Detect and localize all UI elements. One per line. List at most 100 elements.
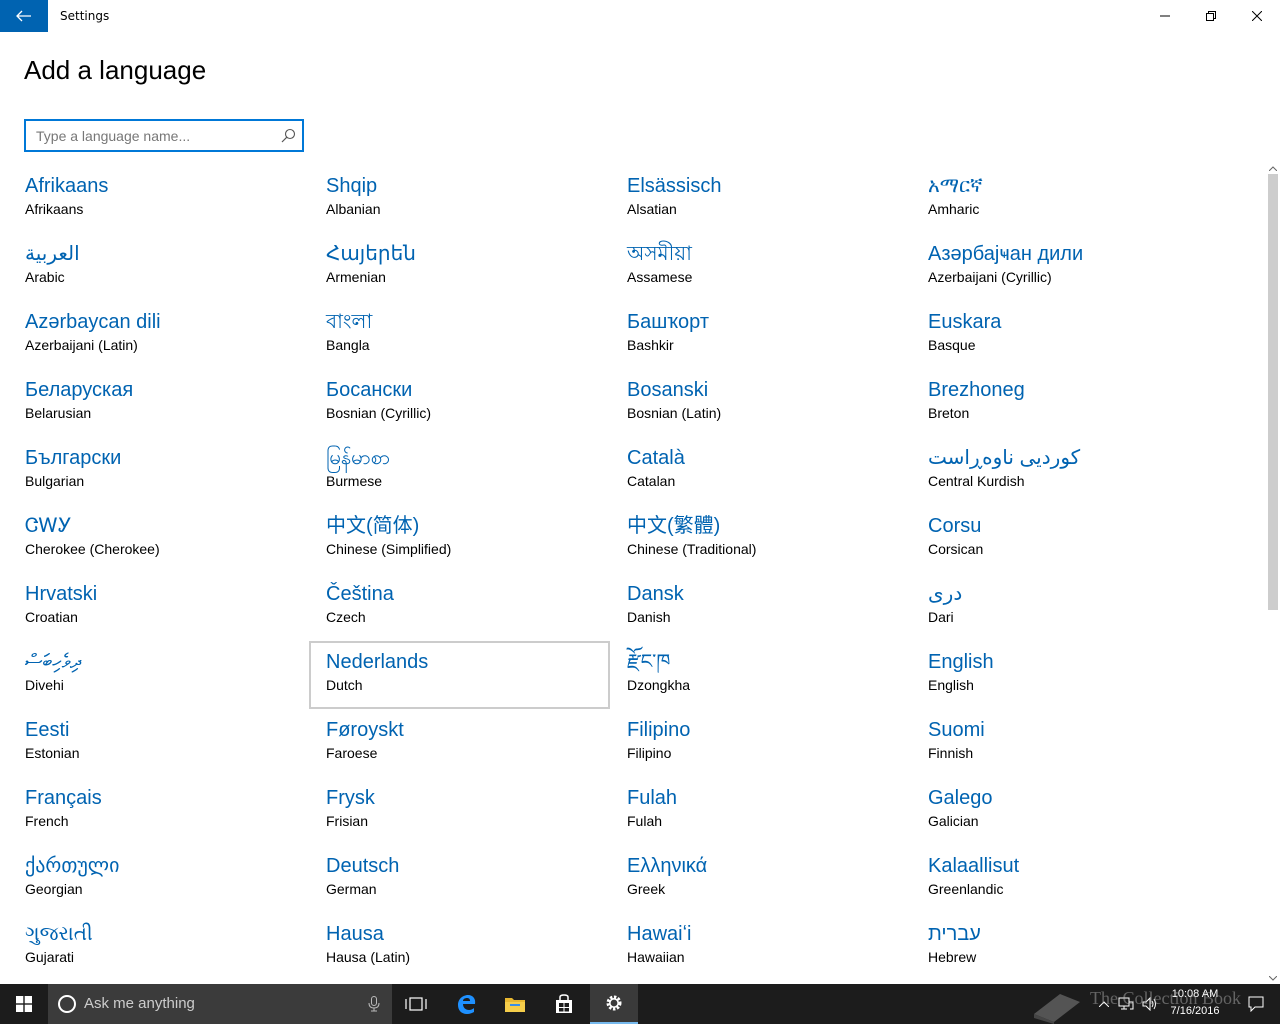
restore-button[interactable] <box>1188 0 1234 32</box>
language-item[interactable]: Français French <box>8 777 309 845</box>
language-native-name: বাংলা <box>326 311 373 333</box>
scroll-up-arrow-icon[interactable] <box>1266 162 1280 174</box>
edge-icon <box>458 995 476 1014</box>
language-item[interactable]: 中文(简体) Chinese (Simplified) <box>309 505 610 573</box>
language-item[interactable]: Euskara Basque <box>911 301 1212 369</box>
language-english-name: Bashkir <box>627 337 674 353</box>
show-hidden-icons-chevron-icon[interactable] <box>1096 996 1112 1012</box>
close-button[interactable] <box>1234 0 1280 32</box>
network-icon[interactable] <box>1118 996 1134 1012</box>
volume-icon[interactable] <box>1142 996 1158 1012</box>
language-item[interactable]: Corsu Corsican <box>911 505 1212 573</box>
language-item[interactable]: ދިވެހިބަސް Divehi <box>8 641 309 709</box>
language-native-name: Shqip <box>326 175 378 197</box>
language-item[interactable]: Azərbaycan dili Azerbaijani (Latin) <box>8 301 309 369</box>
language-item[interactable]: Čeština Czech <box>309 573 610 641</box>
language-item[interactable]: Беларуская Belarusian <box>8 369 309 437</box>
language-item[interactable]: Hawaiʻi Hawaiian <box>610 913 911 981</box>
edge-button[interactable] <box>442 984 490 1024</box>
language-item[interactable]: Hausa Hausa (Latin) <box>309 913 610 981</box>
language-item[interactable]: Nederlands Dutch <box>309 641 610 709</box>
system-clock[interactable]: 10:08 AM 7/16/2016 <box>1164 986 1226 1020</box>
language-native-name: Afrikaans <box>25 175 109 197</box>
language-item[interactable]: Босански Bosnian (Cyrillic) <box>309 369 610 437</box>
cortana-search-box[interactable]: Ask me anything <box>48 984 392 1024</box>
language-english-name: Amharic <box>928 201 980 217</box>
language-english-name: Dutch <box>326 677 363 693</box>
language-item[interactable]: English English <box>911 641 1212 709</box>
scroll-down-arrow-icon[interactable] <box>1266 972 1280 984</box>
language-item[interactable]: বাংলা Bangla <box>309 301 610 369</box>
language-item[interactable]: မြန်မာစာ Burmese <box>309 437 610 505</box>
language-item[interactable]: Català Catalan <box>610 437 911 505</box>
language-item[interactable]: کوردیی ناوەڕاست Central Kurdish <box>911 437 1212 505</box>
language-item[interactable]: עברית Hebrew <box>911 913 1212 981</box>
language-item[interactable]: العربية Arabic <box>8 233 309 301</box>
search-icon[interactable] <box>280 128 296 144</box>
language-item[interactable]: Elsässisch Alsatian <box>610 165 911 233</box>
minimize-button[interactable] <box>1142 0 1188 32</box>
language-item[interactable]: Հայերեն Armenian <box>309 233 610 301</box>
language-item[interactable]: Ελληνικά Greek <box>610 845 911 913</box>
action-center-button[interactable] <box>1232 984 1280 1024</box>
language-english-name: Azerbaijani (Latin) <box>25 337 138 353</box>
language-english-name: Finnish <box>928 745 974 761</box>
language-english-name: Albanian <box>326 201 381 217</box>
language-item[interactable]: Башҡорт Bashkir <box>610 301 911 369</box>
language-item[interactable]: རྫོང་ཁ Dzongkha <box>610 641 911 709</box>
language-item[interactable]: ᏣᎳᎩ Cherokee (Cherokee) <box>8 505 309 573</box>
language-native-name: Ελληνικά <box>627 855 708 877</box>
language-item[interactable]: Български Bulgarian <box>8 437 309 505</box>
task-view-button[interactable] <box>392 984 440 1024</box>
language-item[interactable]: Suomi Finnish <box>911 709 1212 777</box>
language-item[interactable]: Deutsch German <box>309 845 610 913</box>
language-item[interactable]: Fulah Fulah <box>610 777 911 845</box>
store-button[interactable] <box>540 984 588 1024</box>
language-item[interactable]: Азәрбајҹан дили Azerbaijani (Cyrillic) <box>911 233 1212 301</box>
language-item[interactable]: 中文(繁體) Chinese (Traditional) <box>610 505 911 573</box>
language-native-name: Bosanski <box>627 379 709 401</box>
language-english-name: Assamese <box>627 269 693 285</box>
language-item[interactable]: Frysk Frisian <box>309 777 610 845</box>
language-item[interactable]: Føroyskt Faroese <box>309 709 610 777</box>
language-english-name: Basque <box>928 337 976 353</box>
language-item[interactable]: Afrikaans Afrikaans <box>8 165 309 233</box>
back-button[interactable] <box>0 0 48 32</box>
language-english-name: Hawaiian <box>627 949 685 965</box>
settings-taskbar-button[interactable] <box>590 984 638 1024</box>
language-search-box[interactable] <box>24 119 304 152</box>
settings-gear-icon <box>606 995 622 1011</box>
language-item[interactable]: ગુજરાતી Gujarati <box>8 913 309 981</box>
language-english-name: Estonian <box>25 745 80 761</box>
language-item[interactable]: Kalaallisut Greenlandic <box>911 845 1212 913</box>
language-english-name: Central Kurdish <box>928 473 1025 489</box>
language-native-name: English <box>928 651 994 673</box>
language-native-name: العربية <box>25 243 80 265</box>
language-item[interactable]: Galego Galician <box>911 777 1212 845</box>
scroll-thumb[interactable] <box>1268 174 1278 610</box>
language-item[interactable]: دری Dari <box>911 573 1212 641</box>
language-english-name: Alsatian <box>627 201 677 217</box>
language-item[interactable]: ქართული Georgian <box>8 845 309 913</box>
language-item[interactable]: አማርኛ Amharic <box>911 165 1212 233</box>
language-item[interactable]: Brezhoneg Breton <box>911 369 1212 437</box>
language-item[interactable]: Dansk Danish <box>610 573 911 641</box>
microphone-icon[interactable] <box>368 996 380 1012</box>
language-native-name: Filipino <box>627 719 691 741</box>
language-native-name: Hrvatski <box>25 583 98 605</box>
language-item[interactable]: Hrvatski Croatian <box>8 573 309 641</box>
language-item[interactable]: অসমীয়া Assamese <box>610 233 911 301</box>
language-native-name: 中文(简体) <box>326 515 420 537</box>
task-view-icon <box>405 997 427 1011</box>
start-button[interactable] <box>0 984 48 1024</box>
language-item[interactable]: Filipino Filipino <box>610 709 911 777</box>
language-item[interactable]: Shqip Albanian <box>309 165 610 233</box>
file-explorer-button[interactable] <box>491 984 539 1024</box>
language-search-input[interactable] <box>26 121 276 150</box>
language-english-name: Fulah <box>627 813 663 829</box>
language-item[interactable]: Bosanski Bosnian (Latin) <box>610 369 911 437</box>
language-item[interactable]: Eesti Estonian <box>8 709 309 777</box>
vertical-scrollbar[interactable] <box>1266 162 1280 984</box>
title-bar: Settings <box>0 0 1280 32</box>
language-english-name: Corsican <box>928 541 984 557</box>
